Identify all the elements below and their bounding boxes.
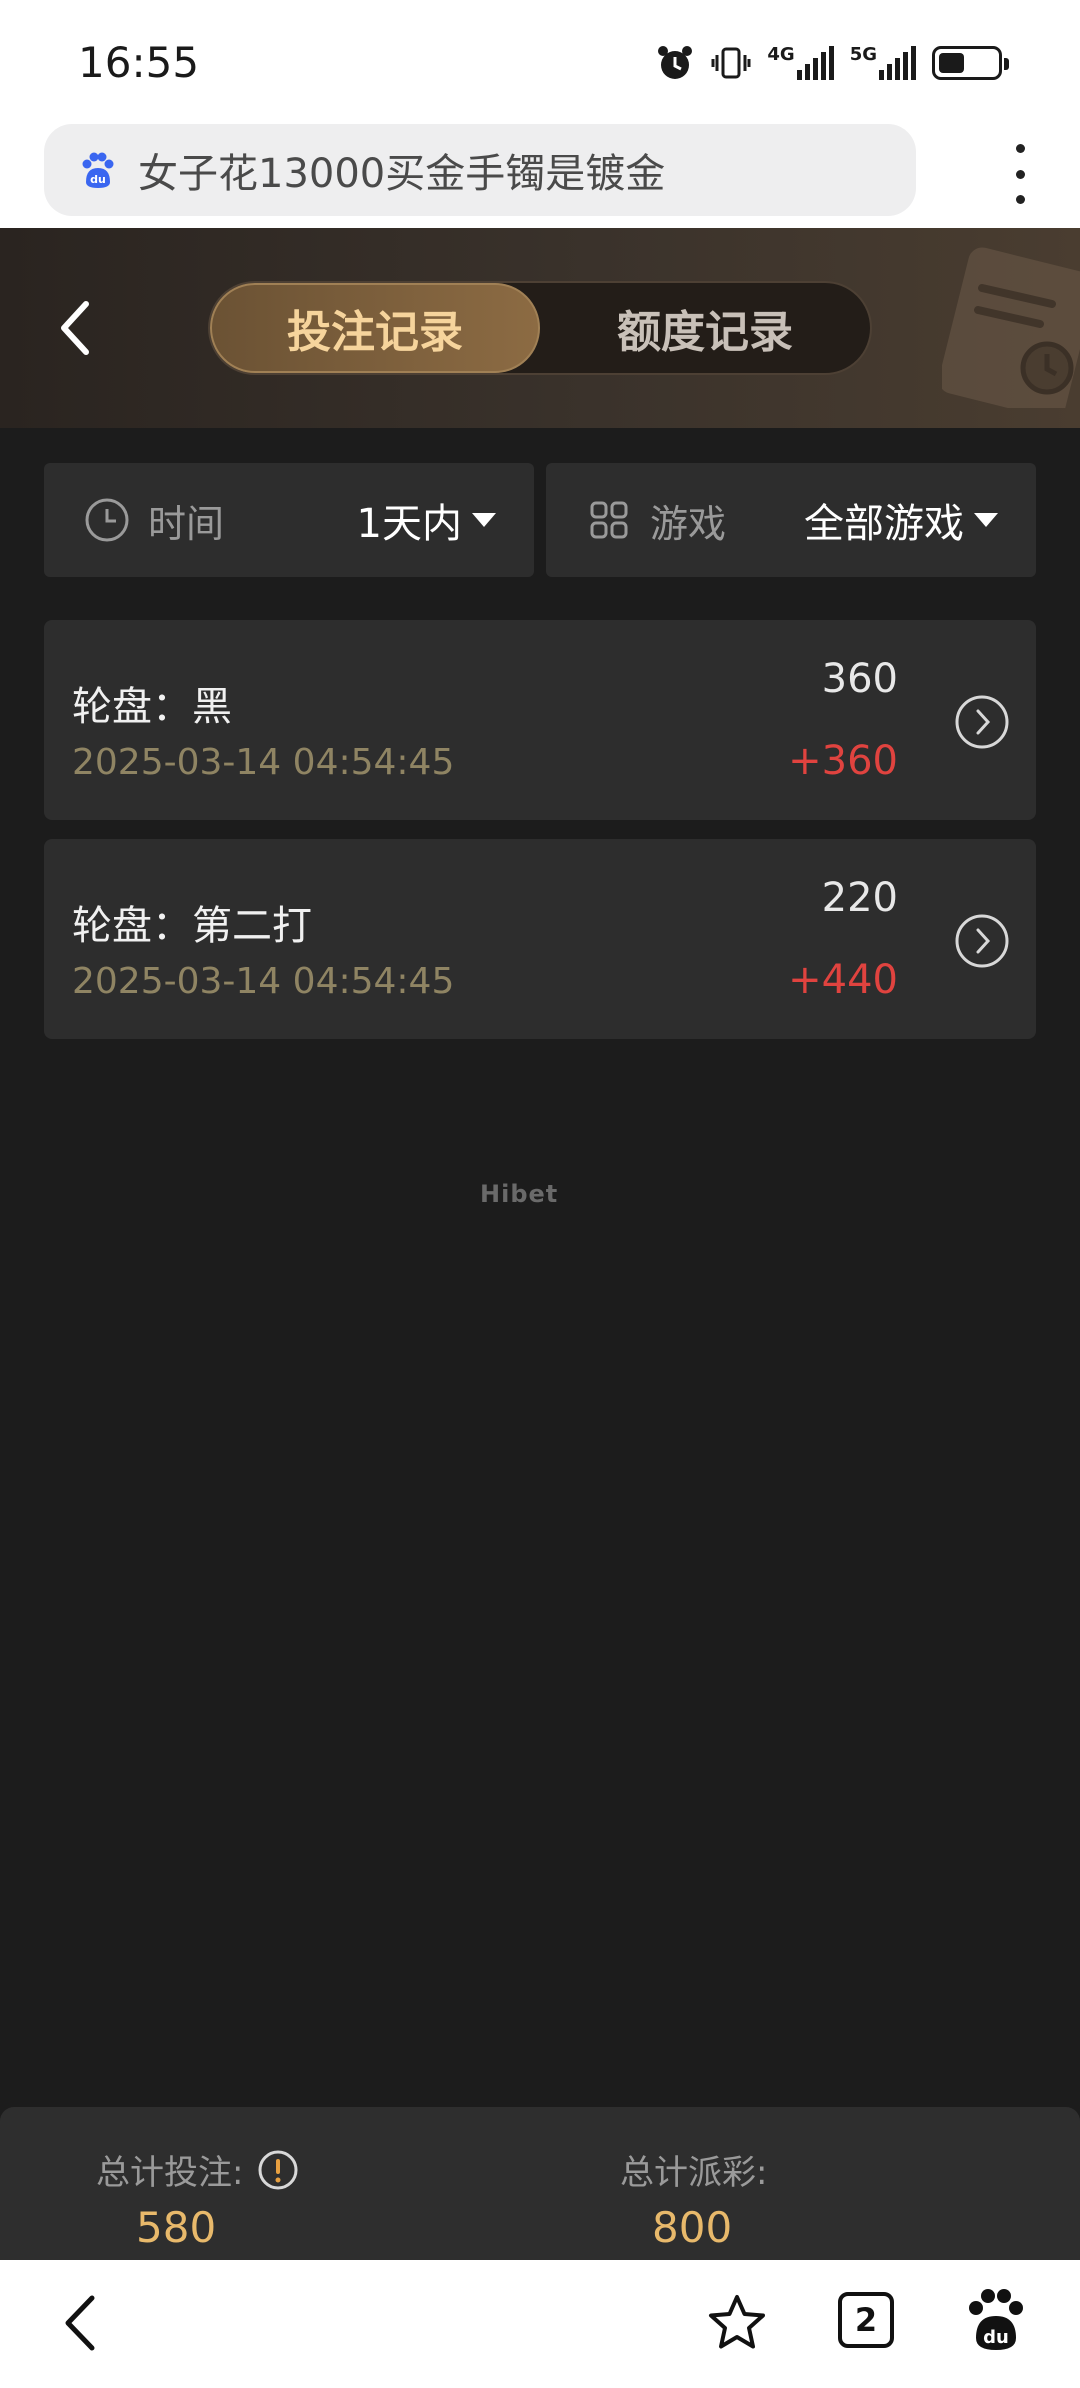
total-payout-label-row: 总计派彩:: [620, 2145, 767, 2194]
network-4g-label: 4G: [767, 44, 795, 65]
time-filter-value-text: 1天内: [356, 501, 462, 547]
bet-record-item[interactable]: 轮盘：第二打 2025-03-14 04:54:45 220 +440: [44, 839, 1036, 1039]
battery-level: [939, 53, 965, 73]
network-5g-label: 5G: [849, 44, 877, 65]
game-filter-value: 全部游戏: [804, 491, 998, 549]
hibet-watermark-logo: Hibet: [480, 1180, 559, 1208]
tab-credit-records[interactable]: 额度记录: [540, 283, 870, 373]
grid-icon: [590, 501, 628, 539]
tab-count-button[interactable]: 2: [838, 2292, 894, 2348]
caret-down-icon-2: [974, 513, 998, 527]
record-bet-amount: 220: [821, 875, 898, 921]
summary-panel: 总计投注: 580 总计派彩: 800: [0, 2107, 1080, 2260]
signal-icon: [796, 46, 834, 80]
chevron-right-circle-icon[interactable]: [954, 694, 1010, 750]
baidu-paw-home-icon[interactable]: du: [964, 2286, 1028, 2352]
record-tab-switch: 投注记录 额度记录: [208, 281, 872, 375]
status-bar: 16:55 4G 5G: [0, 0, 1080, 118]
caret-down-icon: [472, 513, 496, 527]
game-filter[interactable]: 游戏 全部游戏: [546, 463, 1036, 577]
document-clock-decoration-icon: [942, 247, 1080, 408]
browser-url-bar: du 女子花13000买金手镯是镀金: [0, 118, 1080, 228]
time-filter[interactable]: 时间 1天内: [44, 463, 534, 577]
bet-record-item[interactable]: 轮盘：黑 2025-03-14 04:54:45 360 +360: [44, 620, 1036, 820]
tab-bet-records[interactable]: 投注记录: [210, 283, 540, 373]
signal-icon-2: [879, 46, 916, 80]
browser-menu-button[interactable]: [1008, 144, 1032, 204]
total-bet-value: 580: [136, 2203, 217, 2252]
total-payout-value: 800: [652, 2203, 733, 2252]
total-bet-label-row: 总计投注:: [96, 2145, 299, 2194]
record-payout: +440: [788, 957, 898, 1003]
svg-text:du: du: [90, 173, 106, 186]
record-time: 2025-03-14 04:54:45: [72, 961, 455, 1002]
back-arrow-icon[interactable]: [48, 292, 108, 364]
status-time: 16:55: [78, 38, 200, 87]
record-bet-amount: 360: [821, 656, 898, 702]
record-title: 轮盘：黑: [72, 684, 232, 730]
record-title: 轮盘：第二打: [72, 903, 312, 949]
browser-bottom-nav: 2 du: [0, 2260, 1080, 2388]
svg-text:du: du: [983, 2327, 1009, 2348]
signal-4g: 4G: [767, 44, 834, 80]
app-header: 投注记录 额度记录: [0, 228, 1080, 428]
battery-icon: [932, 46, 1009, 80]
url-text: 女子花13000买金手镯是镀金: [138, 151, 666, 197]
signal-5g: 5G: [850, 46, 916, 80]
game-filter-label: 游戏: [650, 501, 727, 546]
chevron-right-circle-icon[interactable]: [954, 913, 1010, 969]
star-bookmark-icon[interactable]: [706, 2292, 768, 2352]
alarm-icon: [658, 46, 693, 79]
status-icons: 4G 5G: [655, 40, 1009, 86]
nav-back-icon[interactable]: [52, 2288, 112, 2358]
url-field[interactable]: du 女子花13000买金手镯是镀金: [44, 124, 916, 216]
time-filter-label: 时间: [148, 501, 225, 546]
total-bet-label: 总计投注:: [96, 2153, 244, 2193]
clock-icon: [85, 498, 129, 542]
game-filter-value-text: 全部游戏: [804, 501, 964, 547]
record-time: 2025-03-14 04:54:45: [72, 742, 455, 783]
total-payout-label: 总计派彩:: [620, 2153, 768, 2193]
baidu-paw-icon: du: [82, 152, 114, 188]
info-exclamation-icon[interactable]: [257, 2149, 299, 2191]
record-payout: +360: [788, 738, 898, 784]
vibrate-icon: [711, 47, 751, 79]
time-filter-value: 1天内: [357, 491, 496, 549]
